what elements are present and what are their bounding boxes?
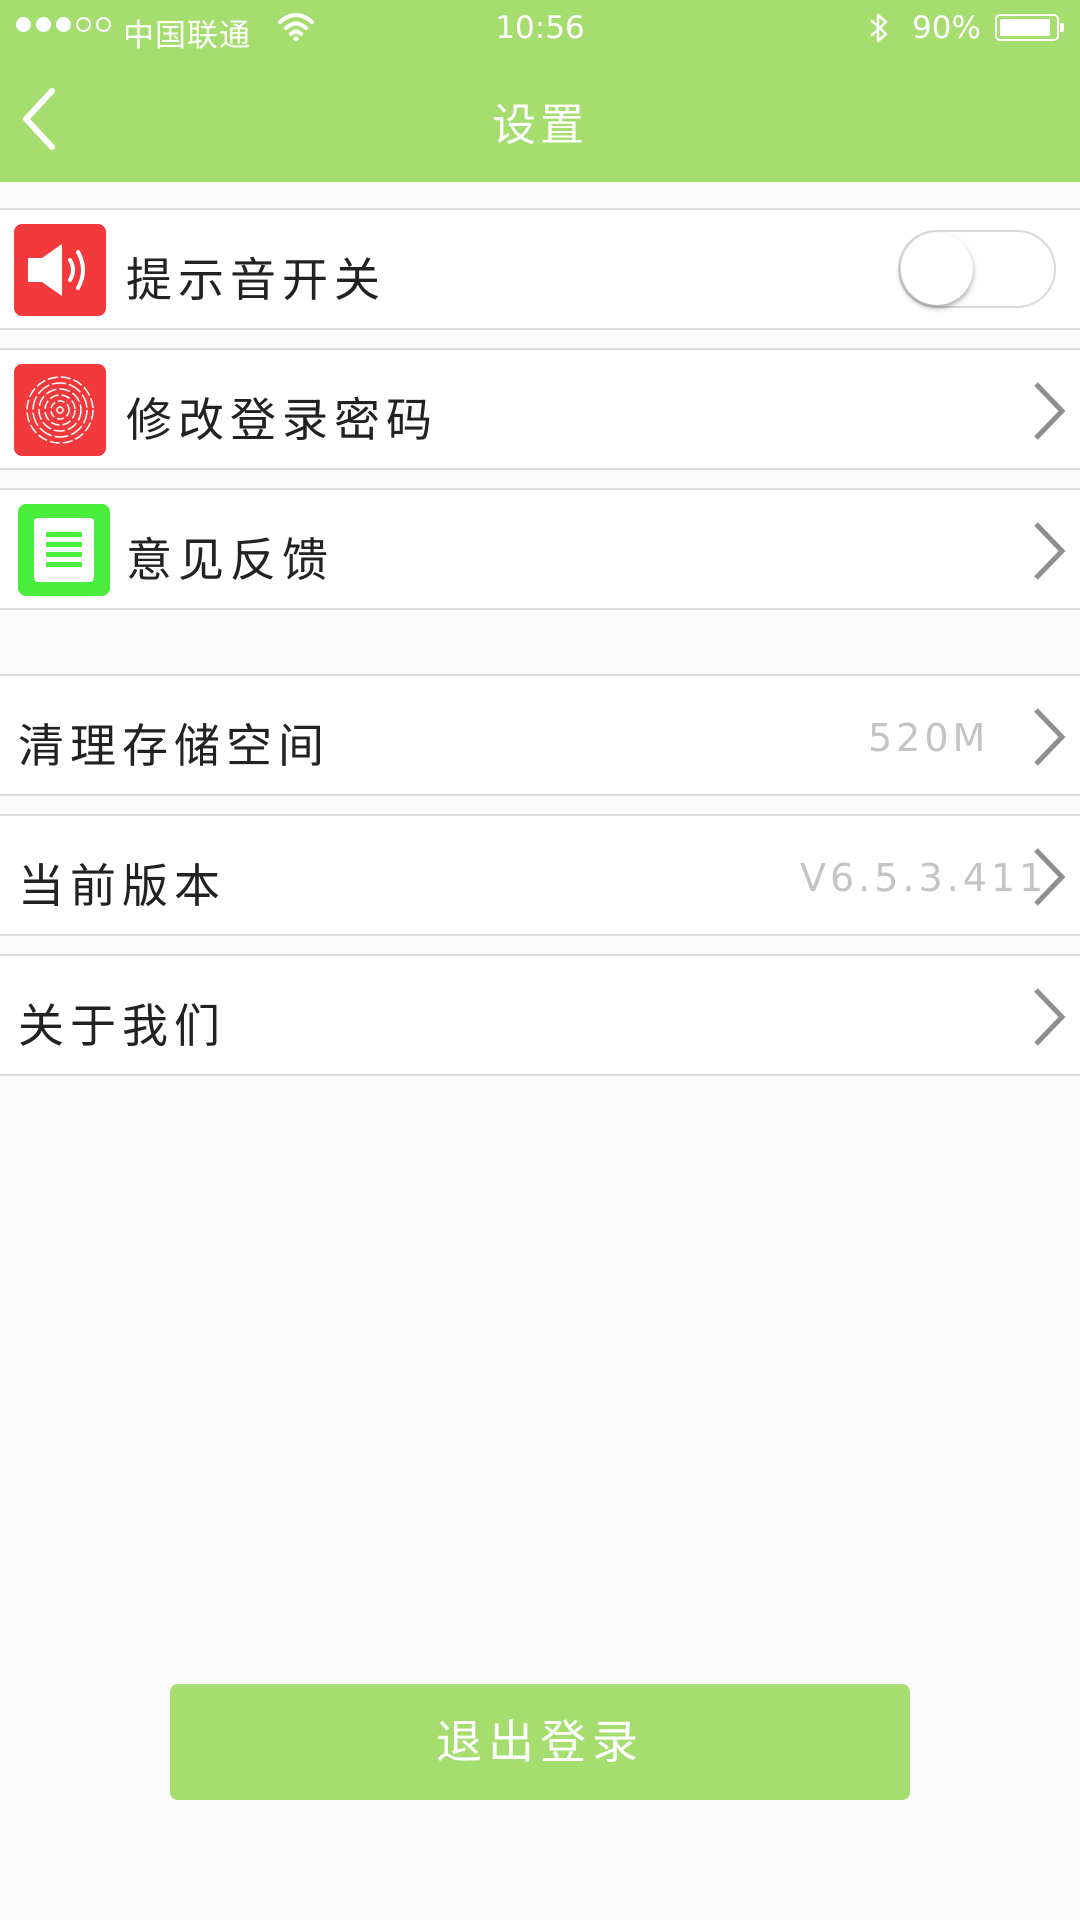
document-icon xyxy=(18,504,110,596)
toggle-knob xyxy=(901,233,973,305)
clear-storage-row[interactable]: 清理存储空间 520M xyxy=(0,674,1080,796)
about-us-label: 关于我们 xyxy=(18,999,226,1053)
change-password-label: 修改登录密码 xyxy=(126,393,438,447)
battery-percent: 90% xyxy=(912,10,981,46)
battery-icon xyxy=(995,14,1064,41)
version-value: V6.5.3.411 xyxy=(800,856,1048,900)
settings-screen: 中国联通 10:56 90% 设置 提示音开关 修改登录密码 意见反馈 清理存储… xyxy=(0,0,1080,1920)
clear-storage-label: 清理存储空间 xyxy=(18,719,330,773)
fingerprint-icon xyxy=(14,364,106,456)
change-password-row[interactable]: 修改登录密码 xyxy=(0,348,1080,470)
sound-toggle-switch[interactable] xyxy=(898,230,1056,308)
about-us-row[interactable]: 关于我们 xyxy=(0,954,1080,1076)
logout-button[interactable]: 退出登录 xyxy=(170,1684,910,1800)
chevron-right-icon xyxy=(1034,988,1066,1046)
page-title: 设置 xyxy=(492,100,588,151)
chevron-right-icon xyxy=(1034,522,1066,580)
status-bar: 中国联通 10:56 90% xyxy=(0,0,1080,55)
feedback-row[interactable]: 意见反馈 xyxy=(0,488,1080,610)
chevron-right-icon xyxy=(1034,848,1066,906)
nav-bar: 设置 xyxy=(0,55,1080,182)
current-version-label: 当前版本 xyxy=(18,859,226,913)
sound-toggle-row[interactable]: 提示音开关 xyxy=(0,208,1080,330)
sound-toggle-label: 提示音开关 xyxy=(126,253,386,307)
current-version-row[interactable]: 当前版本 V6.5.3.411 xyxy=(0,814,1080,936)
storage-size-value: 520M xyxy=(868,716,990,760)
feedback-label: 意见反馈 xyxy=(126,533,334,587)
chevron-right-icon xyxy=(1034,708,1066,766)
bluetooth-icon xyxy=(870,13,888,43)
chevron-right-icon xyxy=(1034,382,1066,440)
speaker-icon xyxy=(14,224,106,316)
